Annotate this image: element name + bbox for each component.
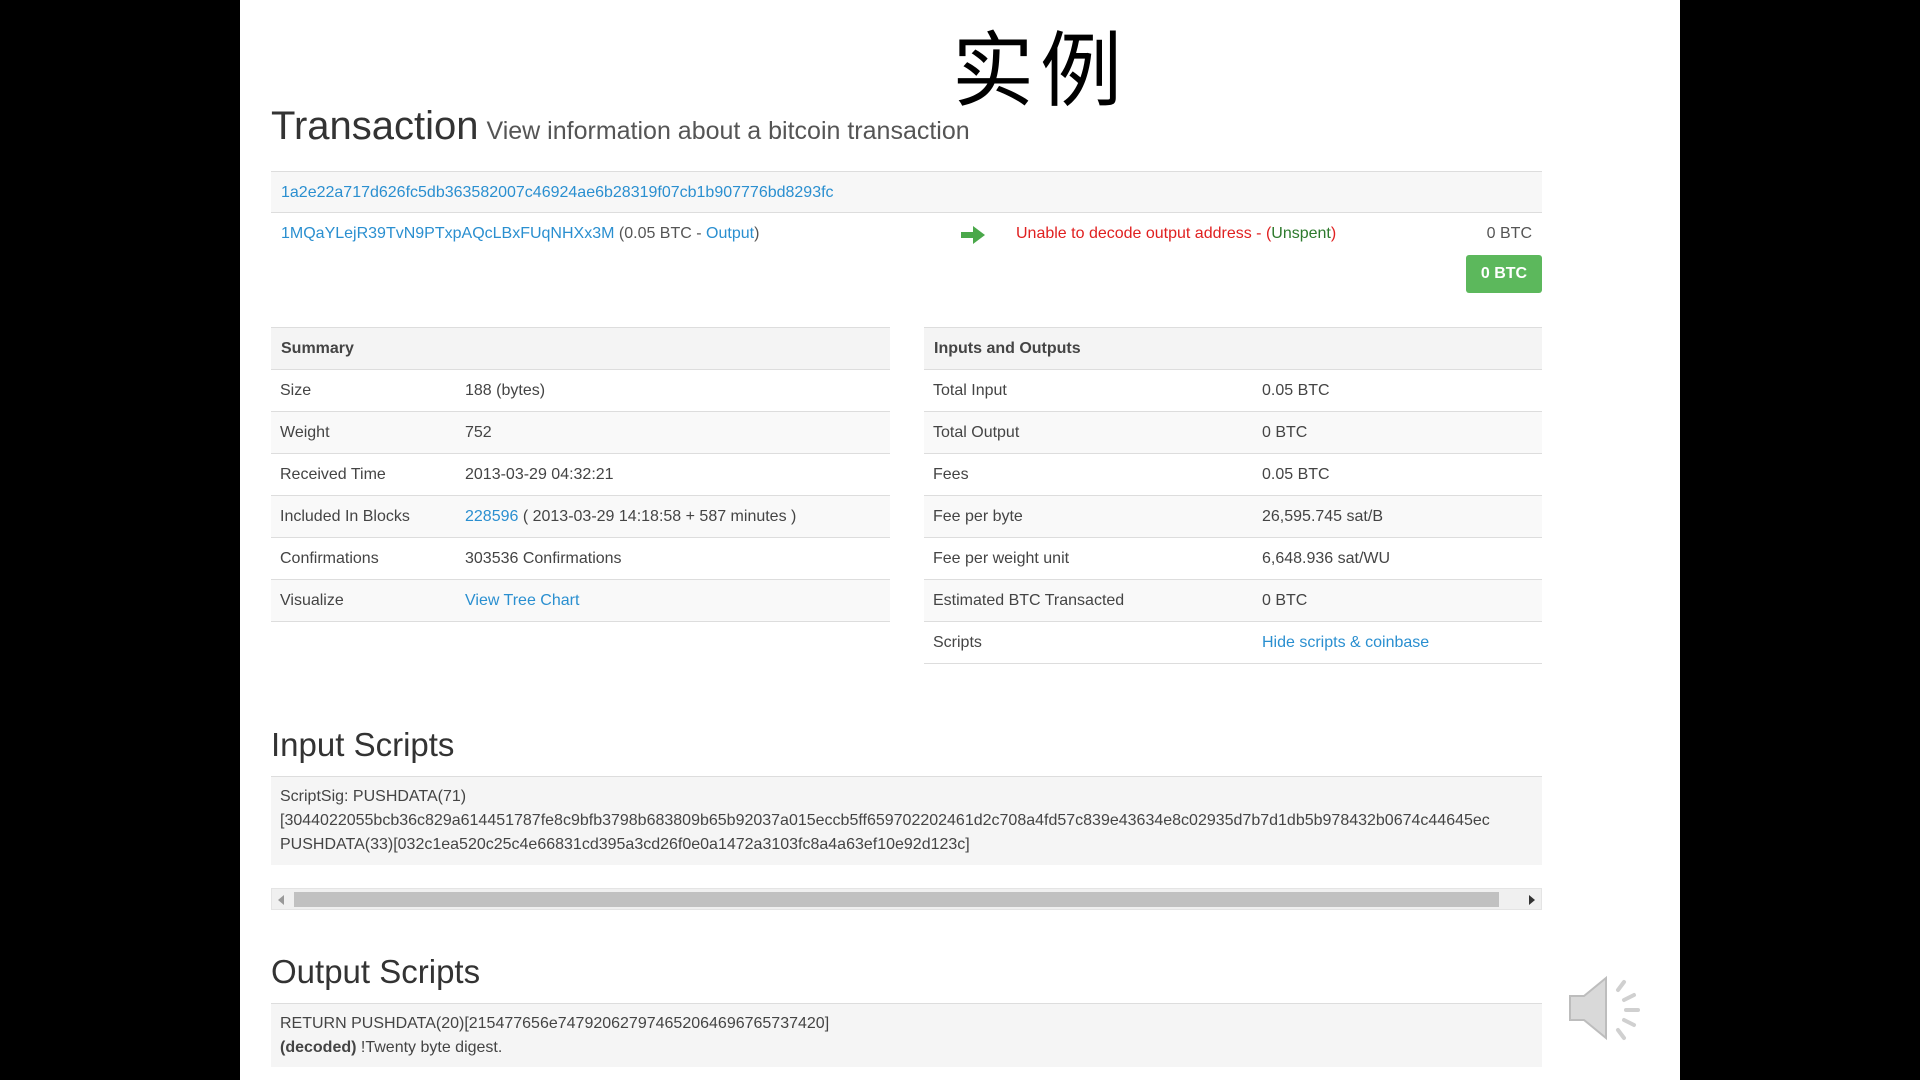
table-row: Fee per byte 26,595.745 sat/B: [924, 495, 1542, 538]
table-row: Weight 752: [271, 411, 890, 454]
script-decoded-line: (decoded) !Twenty byte digest.: [280, 1036, 1542, 1060]
table-row: Fee per weight unit 6,648.936 sat/WU: [924, 537, 1542, 580]
block-link[interactable]: 228596: [465, 508, 518, 525]
tx-input: 1MQaYLejR39TvN9PTxpAQcLBxFUqNHXx3M (0.05…: [281, 213, 759, 255]
input-amount-prefix: (0.05 BTC -: [618, 225, 707, 242]
output-scripts-title: Output Scripts: [271, 953, 481, 990]
output-amount: 0 BTC: [1486, 225, 1532, 242]
script-line: [3044022055bcb36c829a614451787fe8c9bfb37…: [280, 812, 1490, 829]
script-line: ScriptSig: PUSHDATA(71): [280, 788, 467, 805]
summary-header: Summary: [271, 327, 890, 370]
io-value: 0 BTC: [1253, 579, 1542, 622]
input-output-link[interactable]: Output: [706, 225, 754, 242]
summary-value: View Tree Chart: [456, 579, 890, 622]
io-key: Total Input: [924, 369, 1253, 412]
decoded-text: !Twenty byte digest.: [356, 1039, 503, 1056]
summary-key: Confirmations: [271, 537, 456, 580]
output-status: Unspent: [1271, 225, 1331, 242]
scroll-right-arrow-icon[interactable]: [1529, 895, 1535, 905]
summary-key: Size: [271, 369, 456, 412]
hide-scripts-link[interactable]: Hide scripts & coinbase: [1262, 634, 1429, 651]
io-value: 0.05 BTC: [1253, 369, 1542, 412]
io-value: 26,595.745 sat/B: [1253, 495, 1542, 538]
transaction-box: 1a2e22a717d626fc5db363582007c46924ae6b28…: [271, 171, 1542, 293]
io-key: Scripts: [924, 621, 1253, 664]
io-key: Estimated BTC Transacted: [924, 579, 1253, 622]
page-heading: Transaction View information about a bitc…: [271, 104, 970, 149]
tx-hash-link[interactable]: 1a2e22a717d626fc5db363582007c46924ae6b28…: [281, 184, 834, 201]
input-amount-suffix: ): [754, 225, 760, 242]
horizontal-scrollbar[interactable]: [271, 888, 1542, 910]
table-row: Estimated BTC Transacted 0 BTC: [924, 579, 1542, 622]
tx-output: Unable to decode output address - (Unspe…: [1016, 213, 1336, 255]
table-row: Confirmations 303536 Confirmations: [271, 537, 890, 580]
output-message: Unable to decode output address: [1016, 225, 1252, 242]
io-value: 6,648.936 sat/WU: [1253, 537, 1542, 580]
tx-io-row: 1MQaYLejR39TvN9PTxpAQcLBxFUqNHXx3M (0.05…: [271, 213, 1542, 257]
summary-table: Summary Size 188 (bytes) Weight 752 Rece…: [271, 327, 890, 622]
input-script-box: ScriptSig: PUSHDATA(71) [3044022055bcb36…: [271, 776, 1542, 865]
tx-hash-row: 1a2e22a717d626fc5db363582007c46924ae6b28…: [271, 171, 1542, 213]
speaker-icon[interactable]: [1566, 968, 1646, 1048]
scroll-left-arrow-icon[interactable]: [278, 895, 284, 905]
table-row: Size 188 (bytes): [271, 369, 890, 412]
io-key: Fee per byte: [924, 495, 1253, 538]
io-value: 0.05 BTC: [1253, 453, 1542, 496]
io-value: 0 BTC: [1253, 411, 1542, 454]
script-line: RETURN PUSHDATA(20)[215477656e7479206279…: [280, 1015, 830, 1032]
input-address-link[interactable]: 1MQaYLejR39TvN9PTxpAQcLBxFUqNHXx3M: [281, 225, 614, 242]
inputs-outputs-header: Inputs and Outputs: [924, 327, 1542, 370]
table-row: Scripts Hide scripts & coinbase: [924, 621, 1542, 664]
output-status-prefix: - (: [1251, 225, 1272, 242]
slide: 实例 Transaction View information about a b…: [240, 0, 1680, 1080]
total-amount-badge[interactable]: 0 BTC: [1466, 255, 1542, 293]
table-row: Total Output 0 BTC: [924, 411, 1542, 454]
summary-value: 752: [456, 411, 890, 454]
output-script-box: RETURN PUSHDATA(20)[215477656e7479206279…: [271, 1003, 1542, 1067]
block-time: ( 2013-03-29 14:18:58 + 587 minutes ): [518, 507, 797, 525]
decoded-label: (decoded): [280, 1039, 357, 1056]
summary-value: 228596 ( 2013-03-29 14:18:58 + 587 minut…: [456, 495, 890, 538]
io-key: Fee per weight unit: [924, 537, 1253, 580]
table-row: Received Time 2013-03-29 04:32:21: [271, 453, 890, 496]
script-line: PUSHDATA(33)[032c1ea520c25c4e66831cd395a…: [280, 836, 970, 853]
summary-key: Received Time: [271, 453, 456, 496]
table-row: Included In Blocks 228596 ( 2013-03-29 1…: [271, 495, 890, 538]
input-scripts-title: Input Scripts: [271, 726, 455, 763]
summary-key: Visualize: [271, 579, 456, 622]
table-row: Fees 0.05 BTC: [924, 453, 1542, 496]
summary-key: Included In Blocks: [271, 495, 456, 538]
table-row: Total Input 0.05 BTC: [924, 369, 1542, 412]
summary-value: 188 (bytes): [456, 369, 890, 412]
io-key: Total Output: [924, 411, 1253, 454]
inputs-outputs-table: Inputs and Outputs Total Input 0.05 BTC …: [924, 327, 1542, 664]
io-value: Hide scripts & coinbase: [1253, 621, 1542, 664]
summary-key: Weight: [271, 411, 456, 454]
io-key: Fees: [924, 453, 1253, 496]
page-subtitle: View information about a bitcoin transac…: [486, 117, 970, 145]
page-title: Transaction: [271, 104, 479, 148]
output-status-suffix: ): [1330, 225, 1337, 242]
table-row: Visualize View Tree Chart: [271, 579, 890, 622]
scroll-thumb[interactable]: [294, 892, 1499, 907]
summary-value: 2013-03-29 04:32:21: [456, 453, 890, 496]
view-tree-chart-link[interactable]: View Tree Chart: [465, 592, 579, 609]
summary-value: 303536 Confirmations: [456, 537, 890, 580]
arrow-right-icon: [961, 226, 985, 244]
